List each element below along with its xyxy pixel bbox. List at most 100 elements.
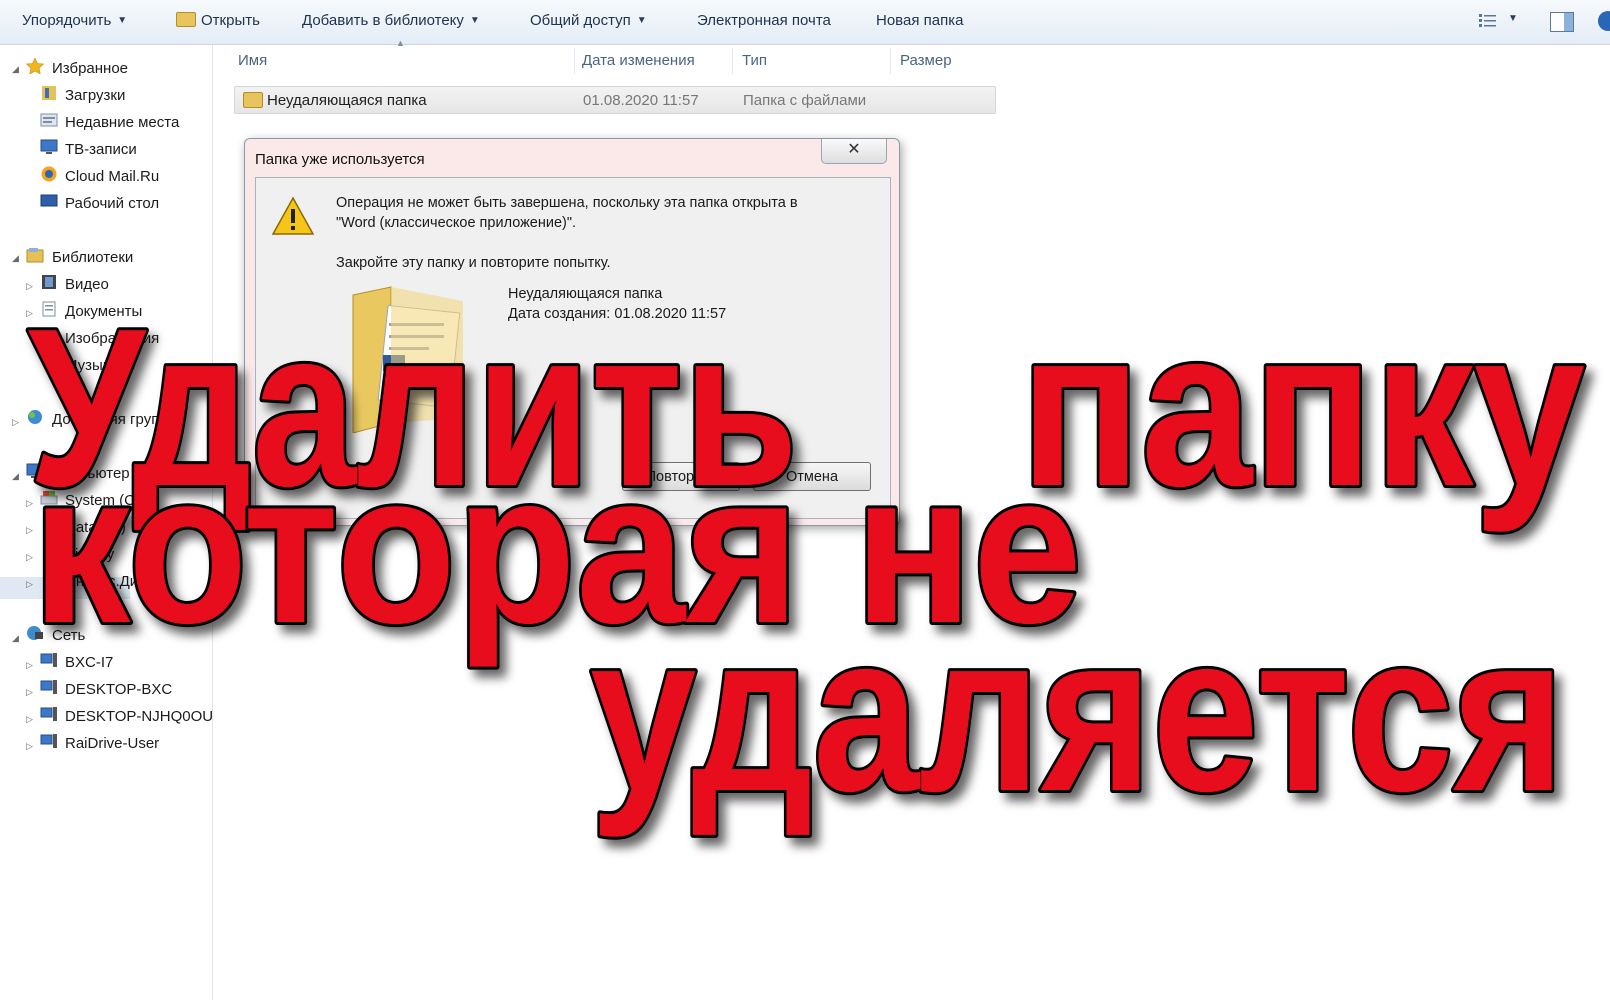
- collapse-arrow-icon[interactable]: ▷: [26, 660, 33, 671]
- pc-icon: [40, 707, 57, 721]
- file-date: 01.08.2020 11:57: [583, 92, 699, 109]
- navigation-pane: ◢ Избранное Загрузки Недавние места ТВ-з…: [0, 45, 213, 1000]
- new-folder-button[interactable]: Новая папка: [876, 12, 963, 29]
- collapse-arrow-icon[interactable]: ▷: [26, 498, 33, 509]
- dialog-title: Папка уже используется: [255, 151, 425, 168]
- command-bar: Упорядочить ▼ Открыть Добавить в библиоте…: [0, 0, 1610, 45]
- view-chevron-down-icon[interactable]: ▼: [1508, 13, 1518, 24]
- chevron-down-icon: ▼: [469, 15, 480, 26]
- file-type: Папка с файлами: [743, 92, 867, 109]
- headline-line-deleted: удаляется: [590, 586, 1565, 838]
- nav-favorites[interactable]: Избранное: [52, 60, 128, 77]
- column-header-name[interactable]: Имя: [238, 52, 267, 69]
- column-header-size[interactable]: Размер: [900, 52, 952, 69]
- nav-libraries[interactable]: Библиотеки: [52, 249, 133, 266]
- dialog-item-name: Неудаляющаяся папка: [508, 286, 663, 302]
- downloads-icon: [42, 86, 56, 100]
- column-separator[interactable]: [890, 48, 891, 74]
- collapse-arrow-icon[interactable]: ▷: [26, 687, 33, 698]
- expand-arrow-icon[interactable]: ◢: [12, 633, 19, 644]
- dialog-close-button[interactable]: ✕: [821, 139, 887, 164]
- nav-item-video[interactable]: Видео: [65, 276, 109, 293]
- close-icon: ✕: [847, 141, 861, 158]
- collapse-arrow-icon[interactable]: ▷: [26, 552, 33, 563]
- nav-item-system-drive[interactable]: System (C:): [65, 492, 144, 509]
- monitor-icon: [40, 139, 58, 154]
- nav-network[interactable]: Сеть: [52, 627, 85, 644]
- file-row[interactable]: Неудаляющаяся папка 01.08.2020 11:57 Пап…: [234, 86, 996, 114]
- expand-arrow-icon[interactable]: ◢: [12, 253, 19, 264]
- column-header-date[interactable]: Дата изменения: [582, 52, 695, 69]
- homegroup-icon: [28, 410, 42, 424]
- cloud-mail-icon: [41, 166, 57, 182]
- share-menu[interactable]: Общий доступ ▼: [530, 12, 647, 29]
- help-icon[interactable]: [1598, 11, 1610, 31]
- nav-item-pictures[interactable]: Изображения: [65, 330, 159, 347]
- collapse-arrow-icon[interactable]: ▷: [26, 281, 33, 292]
- file-name: Неудаляющаяся папка: [267, 92, 427, 109]
- view-options-icon[interactable]: [1478, 12, 1498, 28]
- column-separator[interactable]: [574, 48, 575, 74]
- nav-item-desktop-njhq0ou[interactable]: DESKTOP-NJHQ0OU: [65, 708, 213, 725]
- add-to-library-menu[interactable]: Добавить в библиотеку ▼: [302, 12, 480, 29]
- collapse-arrow-icon[interactable]: ▷: [12, 417, 19, 428]
- folder-open-icon: [176, 12, 196, 27]
- retry-button[interactable]: Повторить: [622, 462, 740, 491]
- collapse-arrow-icon[interactable]: ▷: [26, 525, 33, 536]
- cancel-button[interactable]: Отмена: [753, 462, 871, 491]
- desktop-icon: [40, 194, 58, 207]
- dialog-message: Операция не может быть завершена, поскол…: [336, 193, 876, 273]
- star-icon: [26, 58, 44, 74]
- dialog-message-line2: "Word (классическое приложение)".: [336, 215, 577, 231]
- sort-ascending-icon: ▲: [396, 38, 405, 48]
- chevron-down-icon: ▼: [636, 15, 647, 26]
- headline-word-folder: папку: [1020, 281, 1585, 533]
- folder-in-use-dialog: Папка уже используется ✕ Операция не мож…: [244, 138, 900, 526]
- folder-preview-icon: [352, 286, 463, 433]
- nav-item-desktop[interactable]: Рабочий стол: [65, 195, 159, 212]
- preview-pane-icon[interactable]: [1550, 12, 1574, 32]
- collapse-arrow-icon[interactable]: ▷: [26, 714, 33, 725]
- nav-computer[interactable]: Компьютер: [52, 465, 130, 482]
- add-to-library-label: Добавить в библиотеку: [302, 12, 464, 29]
- column-separator[interactable]: [732, 48, 733, 74]
- nav-item-desktop-bxc[interactable]: DESKTOP-BXC: [65, 681, 172, 698]
- expand-arrow-icon[interactable]: ◢: [12, 471, 19, 482]
- nav-item-tv-recordings[interactable]: ТВ-записи: [65, 141, 137, 158]
- nav-item-recent-places[interactable]: Недавние места: [65, 114, 179, 131]
- collapse-arrow-icon[interactable]: ▷: [26, 308, 33, 319]
- warning-icon: [271, 196, 315, 235]
- column-header-type[interactable]: Тип: [742, 52, 767, 69]
- nav-homegroup[interactable]: Домашняя группа: [52, 411, 176, 428]
- dialog-instruction: Закройте эту папку и повторите попытку.: [336, 255, 611, 271]
- organize-menu[interactable]: Упорядочить ▼: [22, 12, 127, 29]
- email-label: Электронная почта: [697, 12, 831, 29]
- documents-icon: [42, 301, 56, 317]
- email-button[interactable]: Электронная почта: [697, 12, 831, 29]
- network-icon: [27, 626, 43, 640]
- new-folder-label: Новая папка: [876, 12, 964, 29]
- nav-item-cloud-mail[interactable]: Cloud Mail.Ru: [65, 168, 159, 185]
- nav-item-documents[interactable]: Документы: [65, 303, 142, 320]
- open-button[interactable]: Открыть: [176, 12, 260, 29]
- nav-item-music[interactable]: Музыка: [65, 357, 118, 374]
- nav-item-raidrive-user[interactable]: RaiDrive-User: [65, 735, 159, 752]
- collapse-arrow-icon[interactable]: ▷: [26, 741, 33, 752]
- dialog-item-created: Дата создания: 01.08.2020 11:57: [508, 306, 727, 322]
- system-drive-icon: [40, 491, 58, 505]
- pc-icon: [40, 653, 57, 667]
- dialog-message-line1: Операция не может быть завершена, поскол…: [336, 195, 798, 211]
- folder-icon: [243, 92, 263, 108]
- share-label: Общий доступ: [530, 12, 631, 29]
- computer-icon: [26, 463, 44, 478]
- nav-item-biology[interactable]: Biology: [65, 546, 114, 563]
- pc-icon: [40, 680, 57, 694]
- nav-item-data-drive[interactable]: Data (D:): [65, 519, 126, 536]
- nav-item-bxc-i7[interactable]: BXC-I7: [65, 654, 113, 671]
- collapse-arrow-icon[interactable]: ▷: [26, 579, 33, 590]
- expand-arrow-icon[interactable]: ◢: [12, 64, 19, 75]
- libraries-icon: [26, 248, 44, 263]
- nav-item-downloads[interactable]: Загрузки: [65, 87, 125, 104]
- nav-item-yandex-disk[interactable]: Яндекс.Диск: [65, 573, 152, 590]
- open-label: Открыть: [201, 12, 260, 29]
